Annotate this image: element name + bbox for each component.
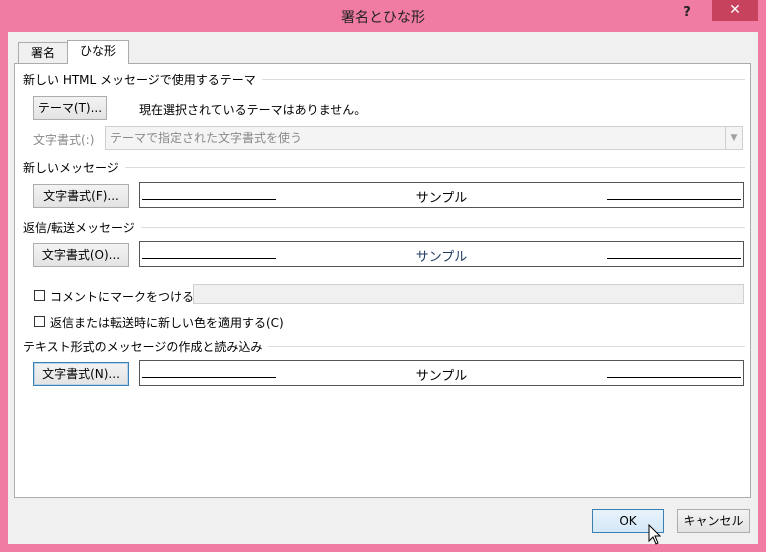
sample-text: サンプル — [415, 191, 468, 206]
mouse-cursor-icon — [648, 524, 662, 545]
sample-text: サンプル — [415, 369, 468, 384]
plain-text-sample: サンプル — [139, 360, 744, 386]
sample-text: サンプル — [415, 250, 468, 265]
divider — [261, 79, 745, 80]
mark-comments-checkbox[interactable] — [34, 290, 45, 301]
sample-right-line — [607, 377, 741, 378]
tab-signature[interactable]: 署名 — [18, 42, 68, 63]
mark-comments-input[interactable] — [193, 284, 744, 304]
theme-group-heading: 新しい HTML メッセージで使用するテーマ — [23, 71, 745, 88]
theme-heading-text: 新しい HTML メッセージで使用するテーマ — [23, 73, 256, 87]
tab-template[interactable]: ひな形 — [67, 40, 129, 64]
dialog-client: 署名 ひな形 新しい HTML メッセージで使用するテーマ テーマ(T)... … — [8, 32, 758, 545]
template-panel: 新しい HTML メッセージで使用するテーマ テーマ(T)... 現在選択されて… — [14, 63, 751, 498]
divider — [268, 346, 745, 347]
divider — [124, 167, 745, 168]
reply-sample: サンプル — [139, 241, 744, 267]
cancel-button[interactable]: キャンセル — [677, 509, 750, 533]
reply-heading-text: 返信/転送メッセージ — [23, 221, 135, 235]
new-message-group-heading: 新しいメッセージ — [23, 159, 745, 176]
theme-status-text: 現在選択されているテーマはありません。 — [139, 103, 367, 117]
plain-text-font-button[interactable]: 文字書式(N)... — [33, 362, 129, 386]
dialog-window: 署名とひな形 ? ✕ 署名 ひな形 新しい HTML メッセージで使用するテーマ… — [0, 0, 766, 552]
chevron-down-icon: ▼ — [725, 127, 742, 149]
new-message-sample: サンプル — [139, 182, 744, 208]
reply-font-button[interactable]: 文字書式(O)... — [33, 243, 129, 267]
new-color-checkbox[interactable] — [34, 316, 45, 327]
font-select[interactable]: テーマで指定された文字書式を使う ▼ — [105, 126, 743, 150]
close-button[interactable]: ✕ — [712, 0, 758, 21]
divider — [140, 227, 745, 228]
plain-text-group-heading: テキスト形式のメッセージの作成と読み込み — [23, 338, 745, 355]
new-message-heading-text: 新しいメッセージ — [23, 161, 119, 175]
font-label: 文字書式(:) — [33, 133, 95, 147]
reply-group-heading: 返信/転送メッセージ — [23, 219, 745, 236]
window-title: 署名とひな形 — [341, 10, 425, 26]
help-button[interactable]: ? — [676, 3, 698, 23]
close-icon: ✕ — [729, 2, 741, 18]
theme-button[interactable]: テーマ(T)... — [33, 96, 107, 120]
new-color-label: 返信または転送時に新しい色を適用する(C) — [50, 316, 284, 330]
plain-text-heading-text: テキスト形式のメッセージの作成と読み込み — [23, 340, 263, 354]
font-select-value: テーマで指定された文字書式を使う — [110, 131, 303, 145]
new-message-font-button[interactable]: 文字書式(F)... — [33, 184, 129, 208]
sample-right-line — [607, 199, 741, 200]
sample-right-line — [607, 258, 741, 259]
title-bar[interactable]: 署名とひな形 ? ✕ — [0, 0, 766, 32]
